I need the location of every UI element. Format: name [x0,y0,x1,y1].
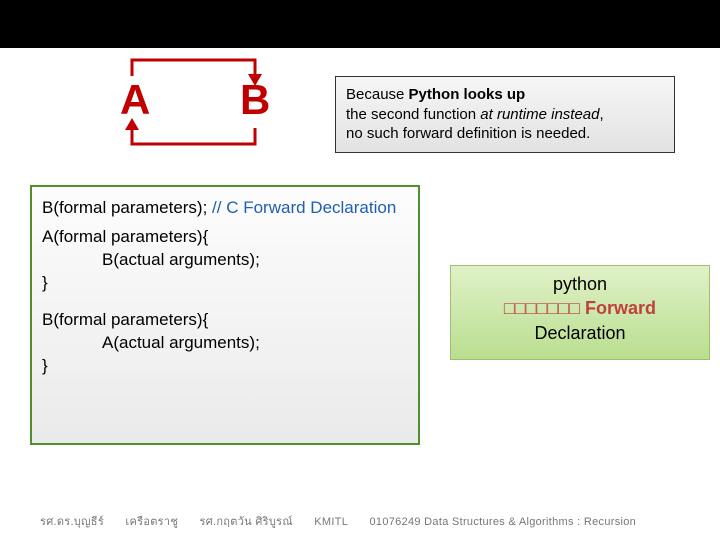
code-l1: B(formal parameters); // C Forward Decla… [42,197,408,220]
label-a: A [120,76,150,124]
label-b: B [240,76,270,124]
code-l7: } [42,355,408,378]
footer-b: เครือตราชู [125,516,178,528]
code-l2: A(formal parameters){ [42,226,408,249]
python-no-forward-note: python □□□□□□□ Forward Declaration [450,265,710,360]
footer-d: KMITL [314,516,348,528]
note-r2-forward: Forward [585,298,656,318]
note-r1: python [451,272,709,296]
info-line2-post: , [600,106,604,123]
note-r2-boxes: □□□□□□□ [504,298,580,318]
code-l1-a: B(formal parameters); [42,198,212,217]
footer-c: รศ.กฤตวัน ศิริบูรณ์ [200,516,293,528]
code-l3: B(actual arguments); [42,249,408,272]
code-l1-comment: // C Forward Declaration [212,198,396,217]
ab-diagram: A B [100,48,290,173]
info-line2-pre: the second function [346,106,480,123]
code-l5: B(formal parameters){ [42,309,408,332]
note-r2: □□□□□□□ Forward [451,296,709,320]
python-note-box: Because Python looks up the second funct… [335,76,675,153]
info-line2-italic: at runtime instead [480,106,599,123]
info-line3: no such forward definition is needed. [346,125,590,142]
footer-a: รศ.ดร.บุญธีร์ [40,516,104,528]
info-line1-pre: Because [346,86,409,103]
slide-footer: รศ.ดร.บุญธีร์ เครือตราชู รศ.กฤตวัน ศิริบ… [40,512,654,530]
footer-e: 01076249 Data Structures & Algorithms : … [369,516,636,528]
top-black-bar [0,0,720,48]
code-l4: } [42,272,408,295]
c-forward-code: B(formal parameters); // C Forward Decla… [30,185,420,445]
info-line1-bold: Python looks up [409,86,526,103]
code-l6: A(actual arguments); [42,332,408,355]
note-r3: Declaration [451,321,709,345]
